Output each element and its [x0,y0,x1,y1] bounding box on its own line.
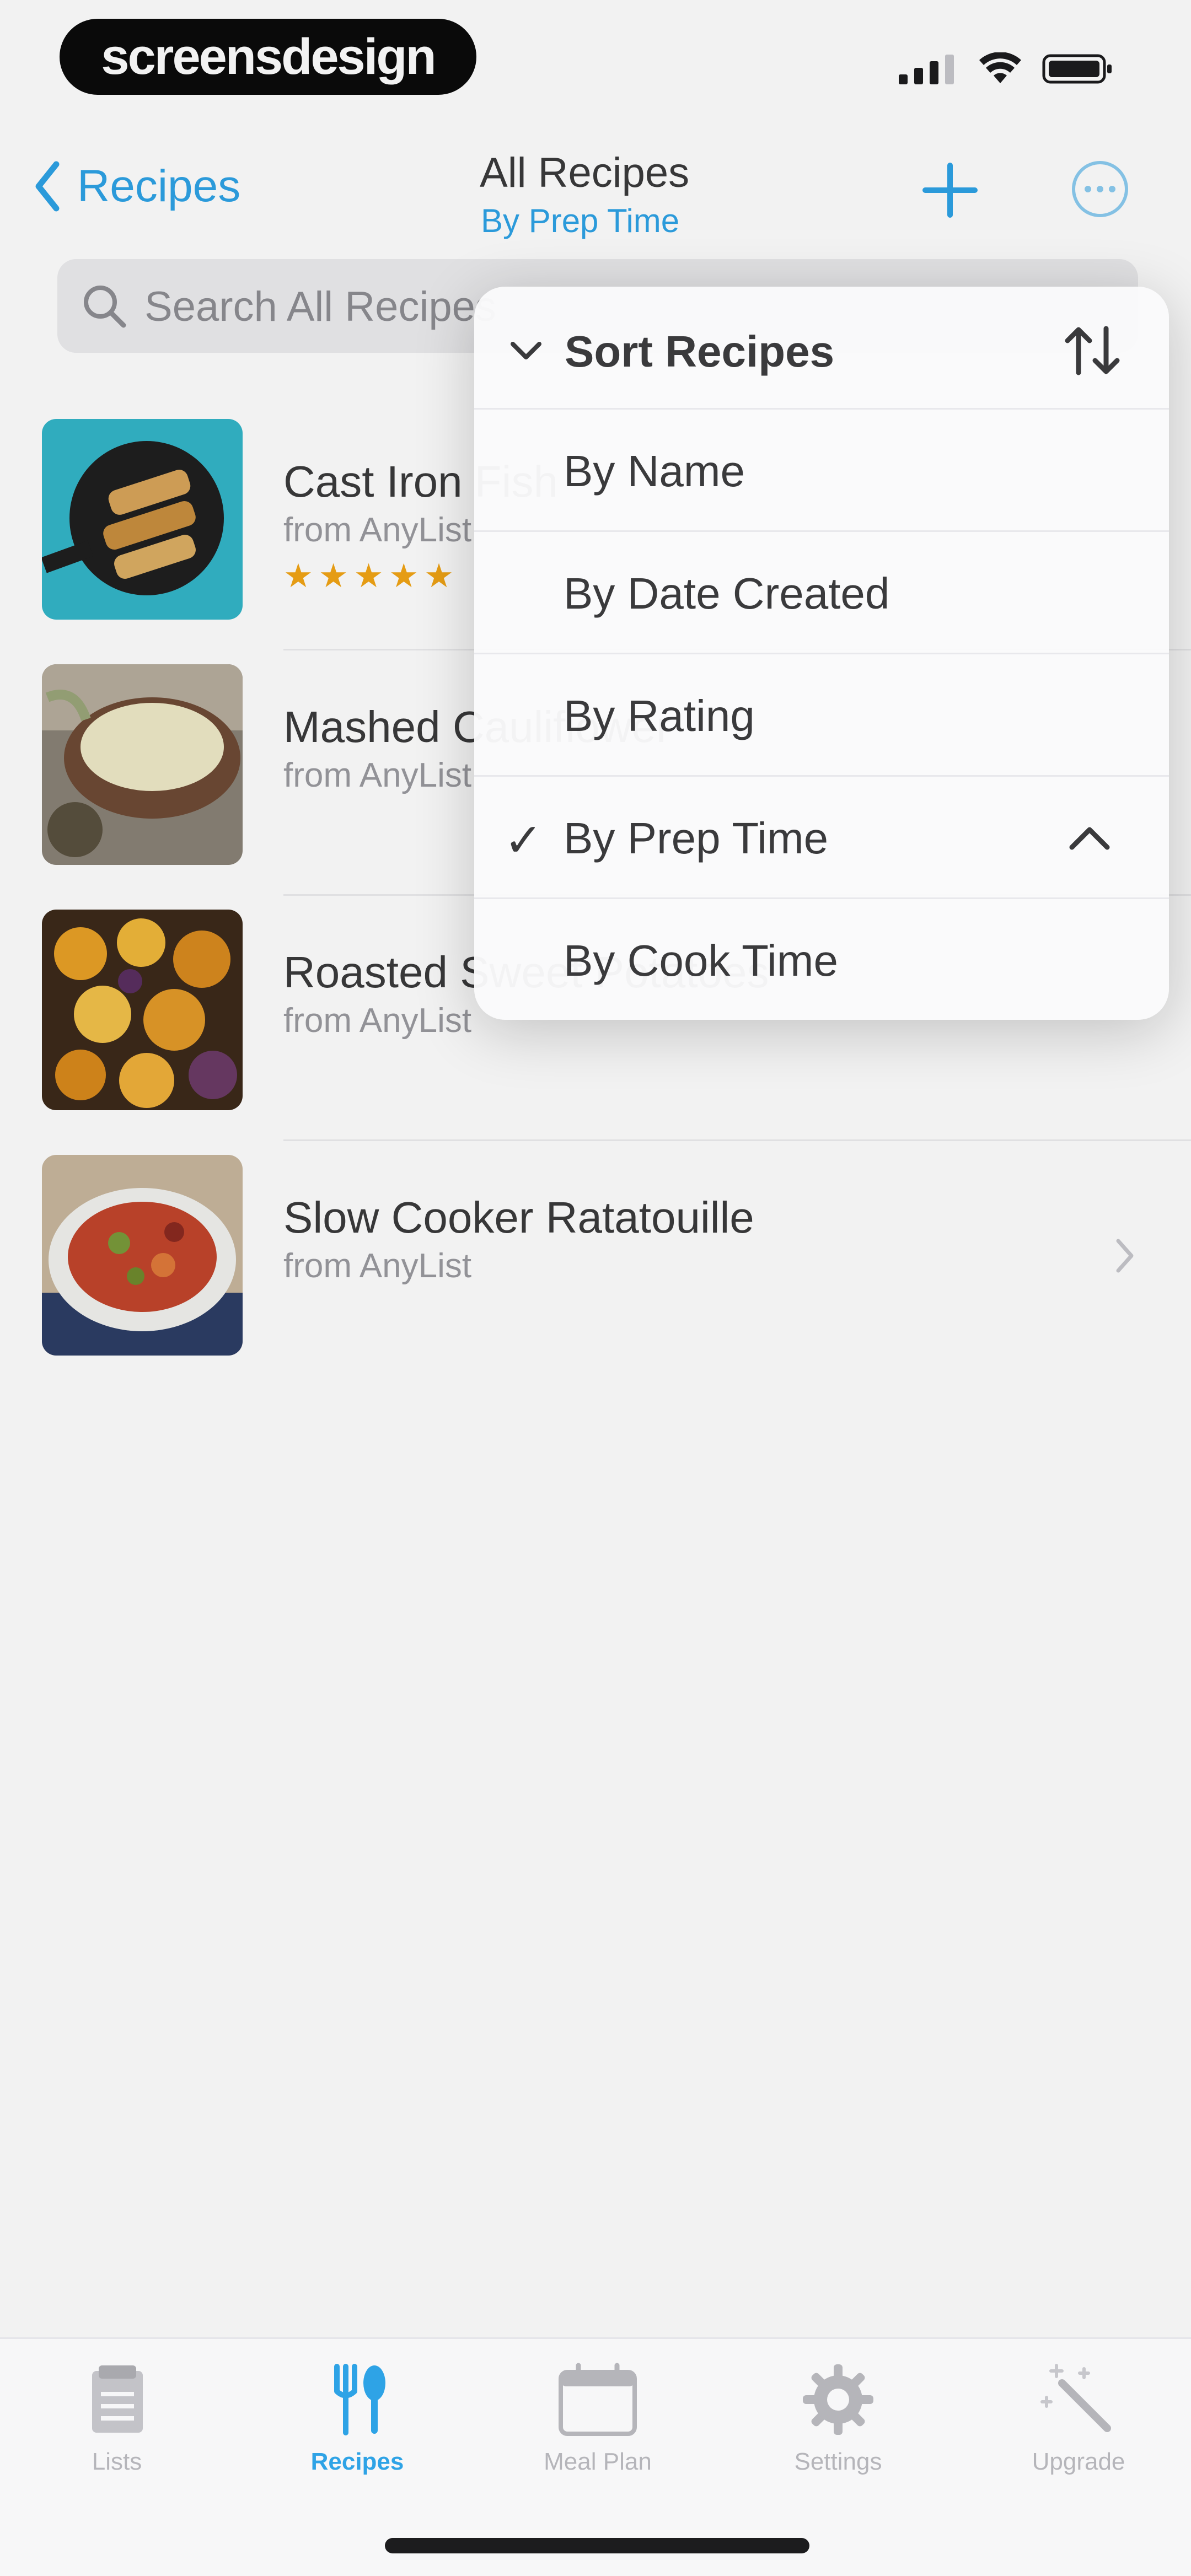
tab-recipes[interactable]: Recipes [258,2361,457,2526]
home-indicator [385,2538,809,2553]
sort-menu: Sort Recipes By Name By Date Created By … [474,287,1169,1020]
tab-settings[interactable]: Settings [739,2361,937,2526]
chevron-down-icon [511,342,541,359]
chevron-up-icon [1069,827,1110,850]
tab-lists[interactable]: Lists [18,2361,216,2526]
tab-label: Settings [794,2448,882,2475]
gear-icon [803,2364,873,2435]
calendar-icon [559,2363,637,2436]
lists-icon [92,2365,143,2433]
sort-option-name[interactable]: By Name [474,408,1169,531]
sort-option-cook-time[interactable]: By Cook Time [474,897,1169,1020]
tab-label: Upgrade [1032,2448,1125,2475]
fork-spoon-icon [334,2364,385,2435]
checkmark-icon: ✓ [504,814,543,866]
tab-label: Recipes [310,2448,404,2475]
sort-option-label: By Name [564,447,745,496]
tab-upgrade[interactable]: Upgrade [979,2361,1178,2526]
tab-meal-plan[interactable]: Meal Plan [498,2361,697,2526]
sort-menu-header[interactable]: Sort Recipes [474,287,1169,408]
tab-label: Lists [92,2448,142,2475]
sort-direction-icon [1065,326,1120,375]
sort-option-rating[interactable]: By Rating [474,653,1169,776]
tab-label: Meal Plan [544,2448,652,2475]
sort-option-label: By Date Created [564,569,890,618]
sort-option-label: By Prep Time [564,814,829,863]
sort-menu-title: Sort Recipes [565,327,835,376]
sort-option-prep-time[interactable]: ✓ By Prep Time [474,775,1169,898]
magic-wand-icon [1040,2364,1111,2432]
sort-option-label: By Cook Time [564,936,838,985]
sort-option-label: By Rating [564,691,755,740]
sort-option-date-created[interactable]: By Date Created [474,530,1169,653]
